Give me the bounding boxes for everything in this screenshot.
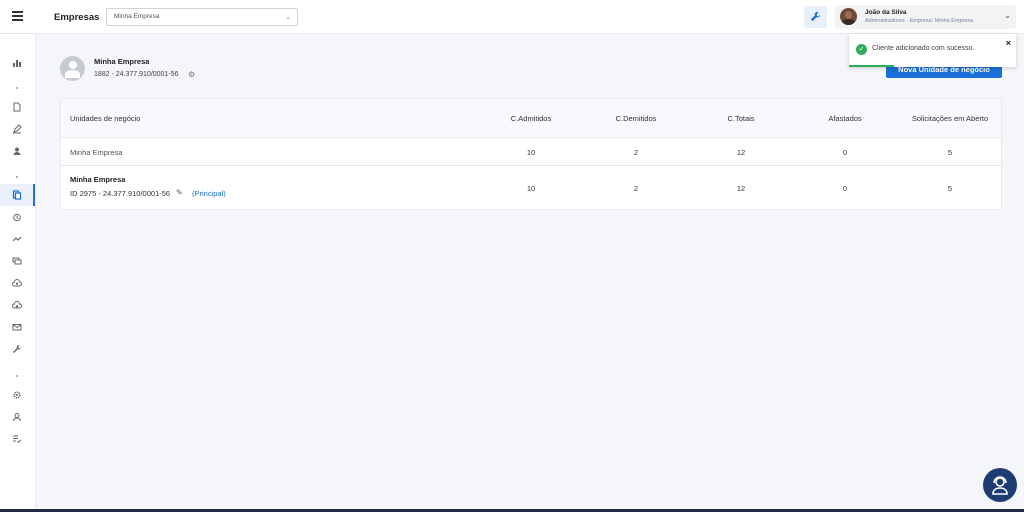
user-name: João da Silva (865, 9, 907, 16)
menu-icon[interactable] (12, 11, 23, 21)
chevron-down-icon: ⌄ (1004, 11, 1011, 20)
column-header: C.Totais (727, 114, 755, 123)
column-header: Solicitações em Aberto (911, 114, 989, 123)
principal-tag: (Principal) (192, 189, 226, 198)
dismissed-count: 2 (633, 184, 639, 193)
top-bar: Empresas Minha Empresa ⌄ João da Silva A… (0, 0, 1024, 34)
close-icon[interactable]: × (1006, 38, 1011, 48)
edit-icon[interactable]: ✎ (176, 188, 183, 197)
tools-button[interactable] (804, 6, 827, 28)
table-row[interactable]: Minha Empresa 10 2 12 0 5 (61, 138, 1001, 166)
open-requests-count: 5 (947, 184, 953, 193)
trend-icon[interactable] (12, 234, 22, 244)
user-settings-icon[interactable] (12, 412, 22, 422)
wrench-icon[interactable] (12, 344, 22, 354)
toast-message: Cliente adicionado com sucesso. (872, 45, 975, 52)
alarm-icon[interactable] (12, 212, 22, 222)
dismissed-count: 2 (633, 148, 639, 157)
unit-id: ID 2975 - 24.377.910/0001-56 (70, 189, 171, 198)
chevron-down-icon: ⌄ (285, 14, 291, 21)
company-id: 1882 - 24.377.910/0001-56 (94, 71, 179, 78)
company-select-value: Minha Empresa (114, 13, 160, 20)
table-header: Unidades de negócio C.Admitidos C.Demiti… (61, 99, 1001, 138)
absent-count: 0 (842, 184, 848, 193)
cloud-download-icon[interactable] (12, 300, 22, 310)
open-requests-count: 5 (947, 148, 953, 157)
pencil-icon[interactable] (12, 124, 22, 134)
wrench-icon (810, 11, 821, 22)
companies-icon[interactable] (12, 190, 22, 200)
support-chat-button[interactable] (983, 468, 1017, 502)
gear-icon[interactable] (12, 390, 22, 400)
checklist-icon[interactable] (12, 434, 22, 444)
user-icon[interactable] (12, 146, 22, 156)
company-name: Minha Empresa (94, 57, 150, 66)
business-units-table: Unidades de negócio C.Admitidos C.Demiti… (60, 98, 1002, 210)
support-agent-icon (992, 476, 1008, 495)
unit-name: Minha Empresa (70, 148, 123, 157)
document-icon[interactable] (12, 102, 22, 112)
table-row[interactable]: Minha Empresa ID 2975 - 24.377.910/0001-… (61, 166, 1001, 211)
company-select[interactable]: Minha Empresa ⌄ (106, 8, 298, 26)
user-menu[interactable]: João da Silva Administradores - Empresa:… (835, 5, 1016, 29)
unit-name: Minha Empresa (70, 175, 126, 184)
page-title: Empresas (54, 12, 100, 23)
admitted-count: 10 (526, 148, 536, 157)
toast-progress-bar (849, 65, 895, 67)
company-settings-icon[interactable]: ⚙ (188, 70, 195, 79)
chart-icon[interactable] (12, 58, 22, 68)
sidebar (0, 34, 36, 512)
absent-count: 0 (842, 148, 848, 157)
column-header: C.Demitidos (615, 114, 657, 123)
column-header: Unidades de negócio (70, 114, 141, 123)
chat-icon[interactable] (12, 256, 22, 266)
column-header: C.Admitidos (510, 114, 552, 123)
total-count: 12 (736, 184, 746, 193)
avatar (840, 8, 857, 25)
column-header: Afastados (828, 114, 862, 123)
total-count: 12 (736, 148, 746, 157)
user-role: Administradores - Empresa: Minha Empresa (865, 18, 974, 24)
mail-icon[interactable] (12, 322, 22, 332)
check-circle-icon: ✓ (856, 44, 867, 55)
cloud-upload-icon[interactable] (12, 278, 22, 288)
success-toast: ✓ Cliente adicionado com sucesso. × (849, 34, 1016, 67)
admitted-count: 10 (526, 184, 536, 193)
company-avatar (60, 56, 85, 81)
